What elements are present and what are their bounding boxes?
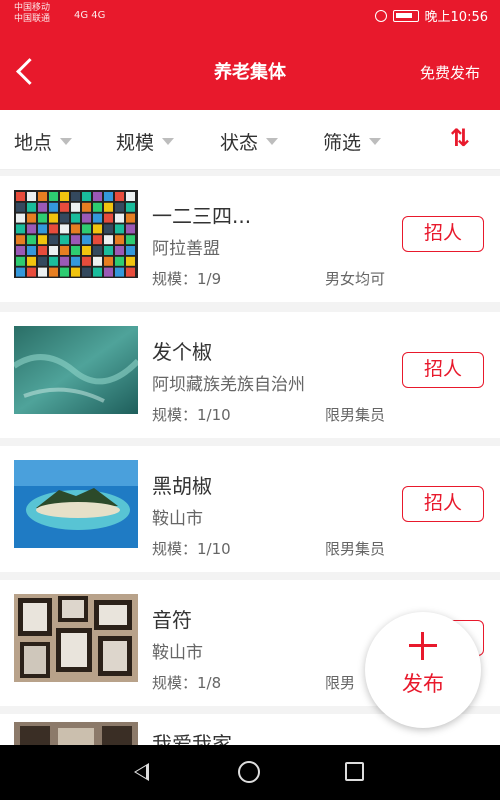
status-time: 晚上10:56 — [424, 10, 488, 25]
alarm-icon — [374, 9, 387, 22]
item-scale: 规模：1/10 — [152, 406, 231, 424]
caret-down-icon — [162, 138, 175, 145]
carrier-info: 中国移动 中国联通 — [14, 3, 50, 25]
item-thumbnail — [14, 594, 138, 682]
filter-label: 规模 — [116, 132, 155, 154]
item-scale: 规模：1/10 — [152, 540, 231, 558]
filter-scale[interactable]: 规模 — [116, 128, 175, 155]
item-name: 一二三四... — [152, 204, 252, 228]
item-name: 音符 — [152, 608, 192, 632]
caret-down-icon — [266, 138, 279, 145]
filter-status[interactable]: 状态 — [220, 128, 279, 155]
recruit-button[interactable]: 招人 — [402, 352, 484, 388]
list-item[interactable]: 一二三四... 阿拉善盟 规模：1/9 男女均可 招人 — [0, 176, 500, 302]
list-item[interactable]: 黑胡椒 鞍山市 规模：1/10 限男集员 招人 — [0, 446, 500, 572]
list-item[interactable]: 发个椒 阿坝藏族羌族自治州 规模：1/10 限男集员 招人 — [0, 312, 500, 438]
free-publish-button[interactable]: 免费发布 — [420, 62, 480, 83]
filter-more[interactable]: 筛选 — [323, 128, 382, 155]
item-gender: 限男 — [325, 674, 356, 692]
status-right: 晚上10:56 — [374, 6, 488, 25]
item-location: 阿拉善盟 — [152, 239, 220, 259]
item-thumbnail — [14, 190, 138, 278]
app-header: 中国移动 中国联通 4G 4G 晚上10:56 养老集体 免费发布 — [0, 0, 500, 110]
item-scale: 规模：1/8 — [152, 674, 222, 692]
item-name: 发个椒 — [152, 340, 212, 364]
item-thumbnail — [14, 460, 138, 548]
item-location: 阿坝藏族羌族自治州 — [152, 375, 305, 395]
filter-label: 状态 — [220, 132, 259, 154]
battery-icon — [392, 9, 419, 22]
filter-bar: 地点 规模 状态 筛选 ⇅ — [0, 110, 500, 170]
recruit-button[interactable]: 招人 — [402, 216, 484, 252]
carrier-1: 中国移动 — [14, 3, 51, 13]
filter-label: 筛选 — [323, 132, 362, 154]
item-thumbnail — [14, 326, 138, 414]
item-gender: 限男集员 — [325, 540, 386, 558]
item-name: 黑胡椒 — [152, 474, 212, 498]
item-gender: 限男集员 — [325, 406, 386, 424]
caret-down-icon — [369, 138, 382, 145]
item-location: 鞍山市 — [152, 643, 203, 663]
fab-label: 发布 — [402, 672, 444, 696]
plus-icon — [409, 632, 437, 660]
caret-down-icon — [60, 138, 73, 145]
signal-icon: 4G 4G — [74, 10, 106, 21]
sort-icon[interactable]: ⇅ — [450, 124, 470, 152]
item-location: 鞍山市 — [152, 509, 203, 529]
system-nav-bar — [0, 745, 500, 800]
publish-fab-button[interactable]: 发布 — [365, 612, 481, 728]
nav-back-icon[interactable] — [134, 763, 149, 781]
nav-recent-icon[interactable] — [345, 762, 364, 781]
filter-label: 地点 — [14, 132, 53, 154]
recruit-button[interactable]: 招人 — [402, 486, 484, 522]
carrier-2: 中国联通 — [14, 14, 51, 24]
status-bar: 中国移动 中国联通 4G 4G 晚上10:56 — [0, 0, 500, 30]
nav-home-icon[interactable] — [238, 761, 260, 783]
filter-location[interactable]: 地点 — [14, 128, 73, 155]
item-scale: 规模：1/9 — [152, 270, 222, 288]
item-gender: 男女均可 — [325, 270, 386, 288]
